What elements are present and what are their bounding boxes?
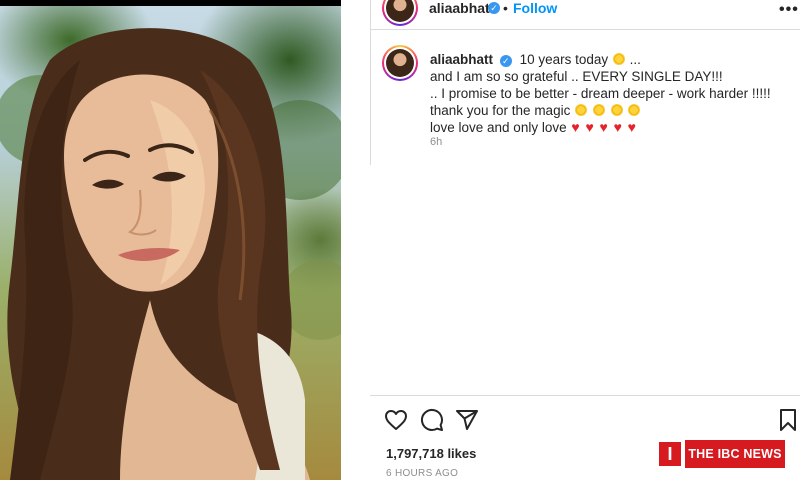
comment-icon[interactable] [420, 408, 444, 432]
heart-emoji-icon: ♥ [613, 119, 622, 135]
likes-count[interactable]: 1,797,718 likes [386, 446, 476, 461]
caption-line-2: and I am so so grateful .. EVERY SINGLE … [430, 69, 723, 84]
caption-verified-icon: ✓ [499, 55, 512, 67]
bookmark-icon[interactable] [776, 408, 800, 432]
caption-suffix-1: ... [629, 52, 641, 67]
portrait-illustration [0, 28, 341, 480]
caption-line-4: thank you for the magic [430, 102, 790, 119]
heart-emoji-icon: ♥ [627, 119, 636, 135]
follow-button[interactable]: Follow [513, 0, 557, 16]
heart-emoji-icon: ♥ [599, 119, 608, 135]
caption-text-4: thank you for the magic [430, 103, 571, 118]
caption-timestamp[interactable]: 6h [430, 136, 442, 148]
header-username[interactable]: aliaabhatt [429, 0, 494, 16]
heart-emoji-icon: ♥ [585, 119, 594, 135]
caption-text-5: love love and only love [430, 120, 567, 135]
header-avatar[interactable] [382, 0, 418, 26]
caption-divider-vertical [370, 0, 371, 165]
heart-emoji-icon: ♥ [571, 119, 580, 135]
sun-emoji-icon [628, 104, 641, 116]
sun-emoji-icon [575, 104, 588, 116]
sun-emoji-icon [612, 53, 625, 65]
header-separator: • [503, 0, 508, 16]
actions-divider [370, 395, 800, 396]
more-options-icon[interactable]: ••• [779, 1, 799, 19]
caption-avatar[interactable] [382, 45, 418, 81]
post-photo[interactable] [0, 0, 341, 480]
posted-ago: 6 HOURS AGO [386, 468, 459, 479]
ibc-logo-icon: I [657, 440, 683, 468]
sun-emoji-icon [610, 104, 623, 116]
caption-text-1: 10 years today [519, 52, 609, 67]
header-divider [370, 29, 800, 30]
share-icon[interactable] [455, 408, 479, 432]
caption-line-3: .. I promise to be better - dream deeper… [430, 86, 771, 101]
watermark-text: THE IBC NEWS [685, 440, 785, 468]
caption-line-1: aliaabhatt ✓ 10 years today ... [430, 51, 790, 68]
caption-line-5: love love and only love ♥ ♥ ♥ ♥ ♥ [430, 119, 790, 136]
sun-emoji-icon [592, 104, 605, 116]
caption-username[interactable]: aliaabhatt [430, 52, 493, 67]
post-caption: aliaabhatt ✓ 10 years today ... and I am… [430, 51, 790, 136]
verified-badge-icon: ✓ [488, 2, 500, 14]
ibc-news-watermark: I THE IBC NEWS [657, 440, 785, 468]
like-heart-icon[interactable] [384, 408, 408, 432]
